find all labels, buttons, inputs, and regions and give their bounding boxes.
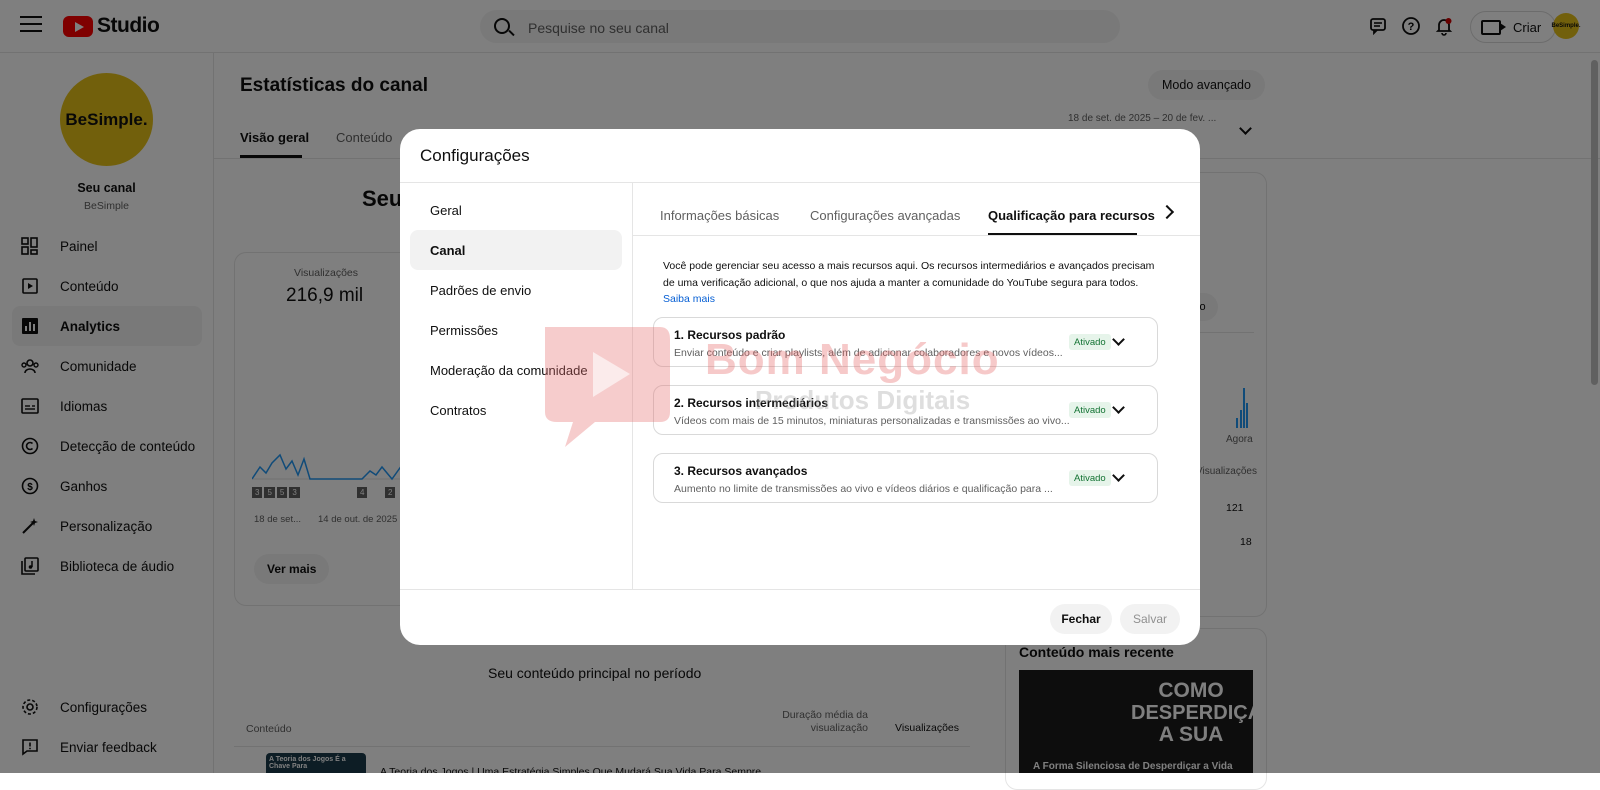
divider xyxy=(400,182,1200,183)
settings-dialog: Configurações Geral Canal Padrões de env… xyxy=(400,129,1200,645)
settings-nav-permissoes[interactable]: Permissões xyxy=(410,310,622,350)
resource-title: 1. Recursos padrão xyxy=(674,328,786,342)
resource-description: Vídeos com mais de 15 minutos, miniatura… xyxy=(674,415,1070,427)
resource-description: Aumento no limite de transmissões ao viv… xyxy=(674,483,1053,495)
learn-more-link[interactable]: Saiba mais xyxy=(663,293,715,305)
status-badge: Ativado xyxy=(1069,402,1111,418)
tab-qualificacao-recursos[interactable]: Qualificação para recursos xyxy=(988,208,1155,223)
status-badge: Ativado xyxy=(1069,470,1111,486)
dialog-title: Configurações xyxy=(420,146,530,165)
resource-card-intermediate[interactable]: 2. Recursos intermediários Vídeos com ma… xyxy=(653,385,1158,435)
divider xyxy=(400,589,1200,590)
divider xyxy=(632,182,633,589)
resource-title: 3. Recursos avançados xyxy=(674,464,808,478)
save-button[interactable]: Salvar xyxy=(1120,604,1180,634)
resource-card-standard[interactable]: 1. Recursos padrão Enviar conteúdo e cri… xyxy=(653,317,1158,367)
description-text: Você pode gerenciar seu acesso a mais re… xyxy=(663,260,1155,289)
settings-nav-canal[interactable]: Canal xyxy=(410,230,622,270)
resource-title: 2. Recursos intermediários xyxy=(674,396,829,410)
chevron-down-icon[interactable] xyxy=(1112,401,1125,414)
settings-nav-geral[interactable]: Geral xyxy=(410,190,622,230)
settings-nav-padroes-envio[interactable]: Padrões de envio xyxy=(410,270,622,310)
resource-description: Enviar conteúdo e criar playlists, além … xyxy=(674,347,1063,359)
tab-configuracoes-avancadas[interactable]: Configurações avançadas xyxy=(810,208,960,223)
settings-nav-moderacao[interactable]: Moderação da comunidade xyxy=(410,350,622,390)
resource-card-advanced[interactable]: 3. Recursos avançados Aumento no limite … xyxy=(653,453,1158,503)
chevron-down-icon[interactable] xyxy=(1112,333,1125,346)
tab-informacoes-basicas[interactable]: Informações básicas xyxy=(660,208,779,223)
divider xyxy=(633,235,1200,236)
close-button[interactable]: Fechar xyxy=(1050,604,1112,634)
eligibility-description: Você pode gerenciar seu acesso a mais re… xyxy=(663,258,1163,308)
chevron-down-icon[interactable] xyxy=(1112,469,1125,482)
chevron-right-icon[interactable] xyxy=(1159,204,1175,220)
status-badge: Ativado xyxy=(1069,334,1111,350)
settings-nav-contratos[interactable]: Contratos xyxy=(410,390,622,430)
